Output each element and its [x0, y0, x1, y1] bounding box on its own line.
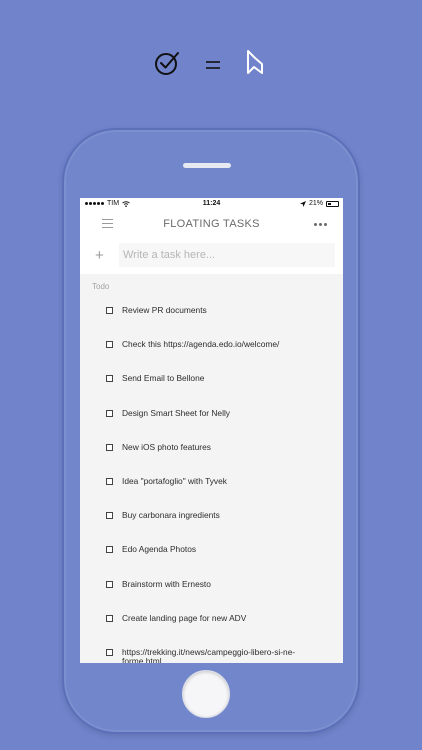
task-checkbox[interactable]: [106, 409, 113, 417]
list-item[interactable]: Design Smart Sheet for Nelly: [80, 398, 343, 432]
list-item[interactable]: Buy carbonara ingredients: [80, 500, 343, 534]
more-icon[interactable]: [314, 223, 327, 226]
task-label: Buy carbonara ingredients: [122, 510, 220, 521]
page: TIM 11:24 21% FLOATING TASKS + Write a t…: [0, 0, 422, 750]
section-label: Todo: [92, 282, 110, 291]
task-checkbox[interactable]: [106, 443, 113, 451]
bookmark-icon: [247, 50, 263, 74]
task-label: Check this https://agenda.edo.io/welcome…: [122, 339, 280, 350]
task-label: Brainstorm with Ernesto: [122, 578, 211, 589]
task-checkbox[interactable]: [106, 477, 113, 485]
task-checkbox[interactable]: [106, 648, 113, 656]
battery-icon: [326, 200, 339, 207]
list-item[interactable]: Create landing page for new ADV: [80, 603, 343, 637]
task-label: Send Email to Bellone: [122, 373, 205, 384]
task-checkbox[interactable]: [106, 307, 113, 314]
list-item[interactable]: Idea "portafoglio" with Tyvek: [80, 466, 343, 500]
list-item[interactable]: Edo Agenda Photos: [80, 534, 343, 568]
task-checkbox[interactable]: [106, 614, 113, 622]
task-checkbox[interactable]: [106, 341, 113, 349]
nav-bar: FLOATING TASKS: [80, 211, 343, 238]
page-title: FLOATING TASKS: [163, 218, 260, 230]
task-label: Idea "portafoglio" with Tyvek: [122, 475, 227, 486]
task-label: Create landing page for new ADV: [122, 612, 247, 623]
list-item[interactable]: Review PR documents: [80, 295, 343, 329]
task-checkbox[interactable]: [106, 580, 113, 588]
new-task-input[interactable]: [119, 243, 335, 267]
status-right: 21%: [299, 200, 339, 207]
list-item[interactable]: https://trekking.it/news/campeggio-liber…: [80, 637, 343, 663]
task-label: Review PR documents: [122, 305, 207, 315]
plus-icon[interactable]: +: [95, 248, 104, 263]
app-screen: TIM 11:24 21% FLOATING TASKS + Write a t…: [80, 198, 343, 663]
task-checkbox[interactable]: [106, 375, 113, 383]
battery-percent: 21%: [308, 200, 323, 207]
task-list: Review PR documents Check this https://a…: [80, 295, 343, 663]
home-button[interactable]: [182, 670, 230, 718]
list-item[interactable]: Brainstorm with Ernesto: [80, 569, 343, 603]
task-label: Design Smart Sheet for Nelly: [122, 407, 230, 418]
task-label: New iOS photo features: [122, 441, 211, 452]
phone-speaker: [183, 163, 231, 168]
list-item[interactable]: Send Email to Bellone: [80, 363, 343, 397]
hero-symbols: [0, 48, 422, 80]
task-checkbox[interactable]: [106, 512, 113, 520]
list-item[interactable]: Check this https://agenda.edo.io/welcome…: [80, 329, 343, 363]
location-icon: [299, 200, 306, 207]
task-checkbox[interactable]: [106, 546, 113, 554]
list-item[interactable]: New iOS photo features: [80, 432, 343, 466]
status-bar: TIM 11:24 21%: [80, 198, 343, 211]
task-label: https://trekking.it/news/campeggio-liber…: [122, 646, 296, 663]
task-label: Edo Agenda Photos: [122, 544, 197, 555]
new-task-row: +: [80, 238, 343, 274]
check-circle-icon: [155, 52, 179, 75]
equals-icon: [206, 61, 220, 69]
